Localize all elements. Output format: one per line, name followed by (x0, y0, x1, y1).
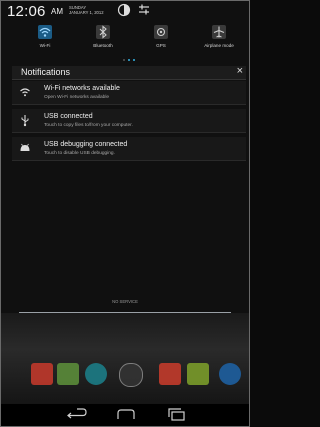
notification-title: Wi-Fi networks available (44, 85, 120, 92)
qs-label-gps: GPS (156, 43, 166, 48)
page-indicator (123, 59, 143, 62)
camera-app-icon (85, 363, 107, 385)
gallery-icon (187, 363, 209, 385)
clock-time: 12:06 (7, 3, 46, 20)
android-debug-icon (20, 143, 30, 151)
qs-label-wifi: Wi-Fi (39, 43, 51, 48)
qs-tile-bluetooth[interactable]: Bluetooth (79, 23, 127, 55)
quick-settings: Wi-Fi Bluetooth GPS Airplane mode (1, 23, 249, 55)
navigation-bar (1, 404, 249, 426)
qs-label-bluetooth: Bluetooth (93, 43, 113, 48)
page-dot-active (133, 59, 135, 61)
bluetooth-icon (96, 25, 110, 39)
qs-label-airplane: Airplane mode (204, 43, 234, 48)
home-icon[interactable] (114, 407, 138, 423)
settings-sliders-icon[interactable] (137, 3, 151, 17)
notification-subtitle: Open Wi-Fi networks available (44, 95, 110, 100)
notifications-header: Notifications × (12, 65, 246, 80)
back-icon[interactable] (65, 407, 89, 423)
airplane-icon (212, 25, 226, 39)
notification-title: USB debugging connected (44, 141, 128, 148)
brightness-icon[interactable] (117, 3, 131, 17)
wifi-icon (20, 88, 30, 97)
notifications-title: Notifications (21, 67, 71, 77)
notification-item[interactable]: USB connected Touch to copy files to/fro… (12, 109, 246, 133)
wifi-icon (38, 25, 52, 39)
recent-apps-icon[interactable] (165, 407, 189, 423)
clock-ampm: AM (51, 7, 63, 16)
gps-icon (154, 25, 168, 39)
notification-item[interactable]: Wi-Fi networks available Open Wi-Fi netw… (12, 81, 246, 105)
notification-subtitle: Touch to copy files to/from your compute… (44, 123, 133, 128)
qs-tile-gps[interactable]: GPS (137, 23, 185, 55)
usb-icon (21, 115, 29, 127)
notification-shade: 12:06 AM SUNDAY JANUARY 1, 2012 Wi-Fi Bl… (0, 0, 250, 427)
home-screen-background (1, 313, 249, 404)
play-store-icon (31, 363, 53, 385)
notification-title: USB connected (44, 113, 93, 120)
gmail-icon (159, 363, 181, 385)
notification-item[interactable]: USB debugging connected Touch to disable… (12, 137, 246, 161)
qs-tile-airplane[interactable]: Airplane mode (195, 23, 243, 55)
notification-subtitle: Touch to disable USB debugging. (44, 151, 115, 156)
browser-icon (219, 363, 241, 385)
qs-tile-wifi[interactable]: Wi-Fi (21, 23, 69, 55)
status-header: 12:06 AM SUNDAY JANUARY 1, 2012 (1, 1, 249, 20)
carrier-label: NO SERVICE (112, 299, 138, 304)
page-dot (123, 59, 125, 61)
date-label: JANUARY 1, 2012 (69, 10, 104, 15)
clear-notifications-button[interactable]: × (237, 65, 243, 77)
all-apps-icon (119, 363, 143, 387)
date-display: SUNDAY JANUARY 1, 2012 (69, 5, 104, 15)
page-dot-active (128, 59, 130, 61)
maps-icon (57, 363, 79, 385)
